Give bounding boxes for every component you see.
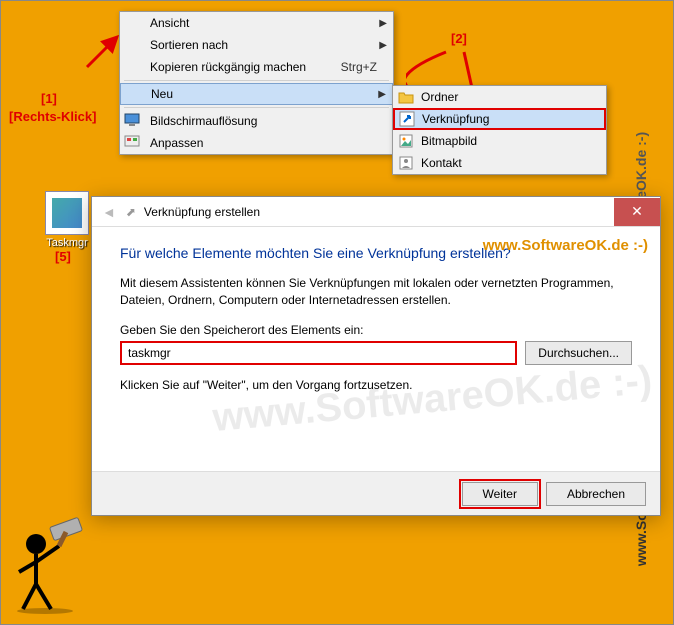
continue-hint: Klicken Sie auf "Weiter", um den Vorgang… (120, 377, 632, 394)
create-shortcut-dialog: ◄ ⬈ Verknüpfung erstellen ✕ www.Software… (91, 196, 661, 516)
menu-item-neu[interactable]: Neu ▶ (120, 83, 393, 105)
menu-label: Ansicht (150, 16, 189, 30)
desktop-shortcut-taskmgr[interactable]: Taskmgr (37, 191, 97, 249)
mascot-figure (11, 514, 91, 614)
annotation-1: [1] (41, 91, 57, 106)
submenu-label: Kontakt (421, 156, 462, 170)
dialog-description: Mit diesem Assistenten können Sie Verknü… (120, 275, 632, 309)
submenu-label: Ordner (421, 90, 458, 104)
submenu-arrow-icon: ▶ (379, 18, 387, 29)
menu-label: Kopieren rückgängig machen (150, 60, 306, 74)
submenu-arrow-icon: ▶ (378, 89, 386, 100)
annotation-1-label: [Rechts-Klick] (9, 109, 96, 124)
browse-button[interactable]: Durchsuchen... (525, 341, 632, 365)
submenu-neu: Ordner Verknüpfung Bitmapbild Kontakt (392, 85, 607, 175)
menu-item-anpassen[interactable]: Anpassen (120, 132, 393, 154)
display-icon (124, 112, 142, 130)
menu-label: Neu (151, 87, 173, 101)
annotation-2: [2] (451, 31, 467, 46)
personalize-icon (124, 134, 142, 152)
menu-label: Anpassen (150, 136, 203, 150)
taskmgr-icon (45, 191, 89, 235)
submenu-item-bitmap[interactable]: Bitmapbild (393, 130, 606, 152)
back-arrow-icon[interactable]: ◄ (102, 204, 116, 220)
dialog-watermark: www.SoftwareOK.de :-) (483, 237, 648, 254)
submenu-item-kontakt[interactable]: Kontakt (393, 152, 606, 174)
shortcut-badge-icon: ⬈ (126, 205, 136, 219)
desktop-icon-label: Taskmgr (37, 237, 97, 249)
dialog-titlebar: ◄ ⬈ Verknüpfung erstellen ✕ (92, 197, 660, 227)
menu-separator (124, 107, 389, 108)
context-menu: Ansicht ▶ Sortieren nach ▶ Kopieren rück… (119, 11, 394, 155)
submenu-item-ordner[interactable]: Ordner (393, 86, 606, 108)
dialog-watermark-bg: www.SoftwareOK.de :-) (211, 358, 654, 441)
arrow-1 (83, 31, 123, 71)
annotation-5: [5] (55, 249, 71, 264)
location-input[interactable] (120, 341, 517, 365)
contact-icon (397, 154, 415, 172)
menu-item-bildschirm[interactable]: Bildschirmauflösung (120, 110, 393, 132)
submenu-arrow-icon: ▶ (379, 40, 387, 51)
folder-icon (397, 88, 415, 106)
next-button[interactable]: Weiter (462, 482, 538, 506)
shortcut-icon (398, 110, 416, 128)
dialog-footer: Weiter Abbrechen (92, 471, 660, 515)
dialog-title: Verknüpfung erstellen (144, 205, 260, 219)
menu-item-ansicht[interactable]: Ansicht ▶ (120, 12, 393, 34)
bitmap-icon (397, 132, 415, 150)
close-button[interactable]: ✕ (614, 198, 660, 226)
cancel-button[interactable]: Abbrechen (546, 482, 646, 506)
input-label: Geben Sie den Speicherort des Elements e… (120, 323, 632, 337)
menu-item-kopieren-rueckgaengig[interactable]: Kopieren rückgängig machen Strg+Z (120, 56, 393, 78)
menu-label: Bildschirmauflösung (150, 114, 257, 128)
menu-separator (124, 80, 389, 81)
submenu-item-verknuepfung[interactable]: Verknüpfung (393, 108, 606, 130)
menu-shortcut: Strg+Z (341, 60, 387, 74)
menu-label: Sortieren nach (150, 38, 228, 52)
submenu-label: Verknüpfung (422, 112, 489, 126)
submenu-label: Bitmapbild (421, 134, 477, 148)
menu-item-sortieren[interactable]: Sortieren nach ▶ (120, 34, 393, 56)
